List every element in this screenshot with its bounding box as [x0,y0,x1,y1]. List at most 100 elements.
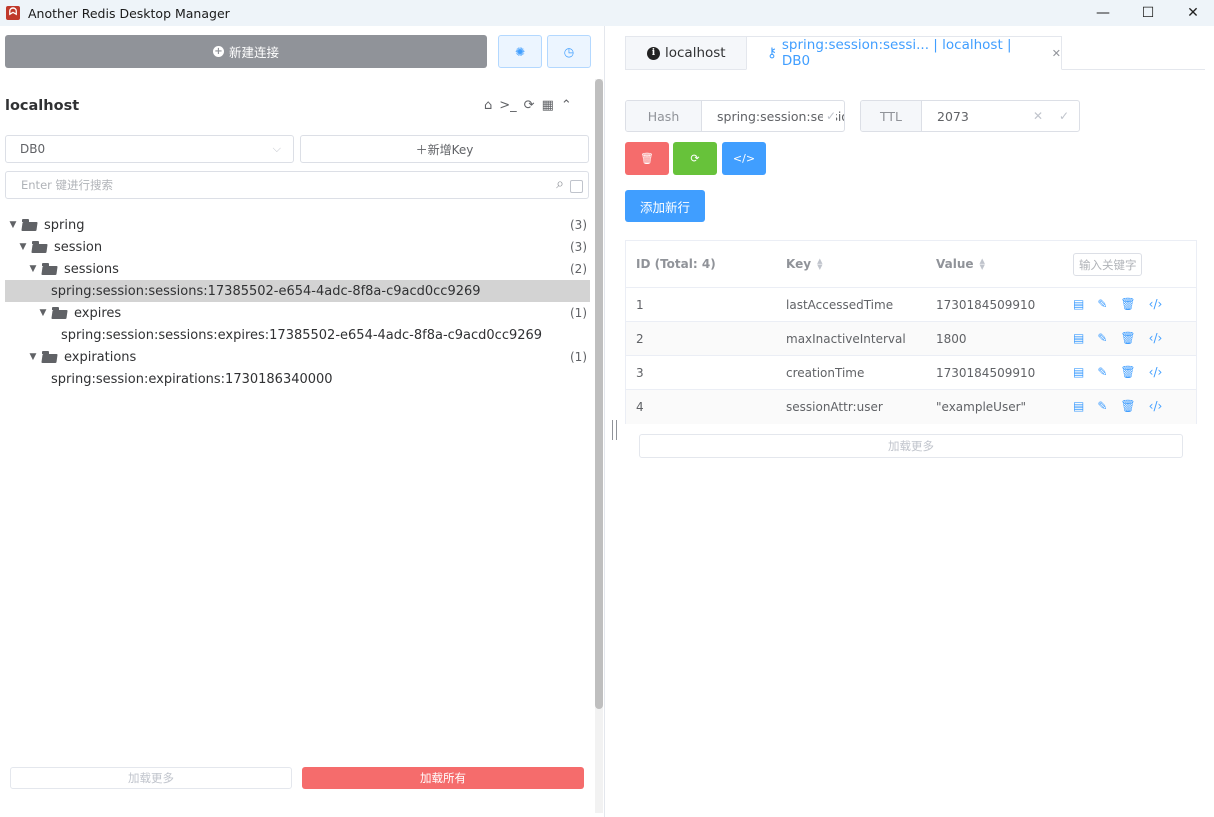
trash-icon[interactable]: 🗑 [1120,365,1135,379]
trash-icon[interactable]: 🗑 [1120,399,1135,413]
filter-placeholder: 输入关键字 [1079,257,1137,272]
document-icon[interactable]: ▤ [1073,297,1084,311]
tree-key[interactable]: spring:session:sessions:17385502-e654-4a… [5,280,590,302]
search-icon[interactable]: ⌕ [556,176,564,192]
delete-key-button[interactable]: 🗑 [625,142,669,175]
refresh-icon[interactable]: ⟳ [524,98,535,113]
key-icon: ⚷ [767,45,777,61]
gear-icon: ✺ [514,44,526,59]
close-window-button[interactable]: ✕ [1170,0,1214,26]
cell-key: lastAccessedTime [786,298,894,312]
add-key-label: 新增Key [427,142,474,157]
tree-folder[interactable]: ▼ session (3) [5,236,590,258]
exact-search-checkbox[interactable] [570,180,583,193]
sort-icon[interactable]: ▲ ▼ [817,258,822,271]
header-id: ID (Total: 4) [636,257,716,271]
settings-button[interactable]: ✺ [498,35,542,68]
grid-icon[interactable]: ▦ [542,98,554,113]
dump-command-button[interactable]: </> [722,142,766,175]
table-row[interactable]: 2 maxInactiveInterval 1800 ▤ ✎ 🗑 ‹/› [626,322,1196,356]
code-icon[interactable]: ‹/› [1149,365,1163,379]
trash-icon[interactable]: 🗑 [1120,331,1135,345]
clear-icon[interactable]: ✕ [1033,109,1043,123]
cell-value: "exampleUser" [936,400,1027,414]
chevron-up-icon[interactable]: ⌃ [561,98,572,113]
tab-key-detail[interactable]: ⚷ spring:session:sessi... | localhost | … [746,36,1062,70]
chevron-down-icon[interactable]: ▼ [37,308,49,318]
table-filter-input[interactable]: 输入关键字 [1073,253,1142,276]
table-row[interactable]: 3 creationTime 1730184509910 ▤ ✎ 🗑 ‹/› [626,356,1196,390]
key-name-group: Hash spring:session:sessions:17385502-e6… [625,100,845,132]
document-icon[interactable]: ▤ [1073,365,1084,379]
tab-localhost[interactable]: i localhost [625,36,747,70]
table-load-more-button[interactable]: 加载更多 [639,434,1183,458]
tab-label: localhost [665,45,726,61]
sidebar-scrollbar[interactable] [595,79,603,709]
trash-icon[interactable]: 🗑 [1120,297,1135,311]
close-tab-icon[interactable]: ✕ [1052,47,1061,60]
tree-label: spring:session:expirations:1730186340000 [51,371,333,387]
code-icon[interactable]: ‹/› [1149,399,1163,413]
load-all-button[interactable]: 加载所有 [302,767,584,789]
edit-icon[interactable]: ✎ [1097,331,1107,345]
key-type-label: Hash [626,101,702,131]
check-icon[interactable]: ✓ [1059,109,1069,123]
terminal-icon[interactable]: >_ [499,98,516,113]
tree-folder[interactable]: ▼ sessions (2) [5,258,590,280]
load-more-button[interactable]: 加载更多 [10,767,292,789]
tree-key[interactable]: spring:session:expirations:1730186340000 [5,368,590,390]
table-row[interactable]: 1 lastAccessedTime 1730184509910 ▤ ✎ 🗑 ‹/› [626,288,1196,322]
edit-icon[interactable]: ✎ [1097,365,1107,379]
new-connection-button[interactable]: + 新建连接 [5,35,487,68]
add-key-button[interactable]: ＋ 新增Key [300,135,589,163]
edit-icon[interactable]: ✎ [1097,399,1107,413]
history-button[interactable]: ◷ [547,35,591,68]
cell-value: 1800 [936,332,967,346]
key-search-input[interactable]: Enter 键进行搜索 ⌕ [5,171,589,199]
hash-table: ID (Total: 4) Key ▲ ▼ Value ▲ ▼ 输入关键字 1 las… [625,240,1197,424]
chevron-down-icon: ⌵ [272,142,281,155]
chevron-down-icon[interactable]: ▼ [7,220,19,230]
header-key[interactable]: Key ▲ ▼ [786,257,822,271]
plus-circle-icon: + [212,46,224,57]
ttl-value: 2073 [937,108,969,124]
tree-folder[interactable]: ▼ spring (3) [5,214,590,236]
maximize-button[interactable]: ☐ [1125,0,1171,26]
check-icon[interactable]: ✓ [822,109,836,123]
tree-folder[interactable]: ▼ expires (1) [5,302,590,324]
tree-key[interactable]: spring:session:sessions:expires:17385502… [5,324,590,346]
document-icon[interactable]: ▤ [1073,331,1084,345]
pane-resize-handle[interactable] [612,420,617,440]
edit-icon[interactable]: ✎ [1097,297,1107,311]
folder-open-icon [32,241,48,253]
chevron-down-icon[interactable]: ▼ [27,264,39,274]
folder-open-icon [22,219,38,231]
plus-icon: ＋ [415,142,428,157]
cell-id: 1 [636,298,644,312]
document-icon[interactable]: ▤ [1073,399,1084,413]
header-value[interactable]: Value ▲ ▼ [936,257,985,271]
add-row-button[interactable]: 添加新行 [625,190,705,222]
tree-count: (3) [570,218,587,232]
tab-label: spring:session:sessi... | localhost | DB… [781,37,1012,69]
header-id-label: ID (Total: 4) [636,257,716,271]
tree-label: expires [74,305,122,321]
db-select[interactable]: DB0 ⌵ [5,135,294,163]
chevron-down-icon[interactable]: ▼ [17,242,29,252]
sort-icon[interactable]: ▲ ▼ [980,258,985,271]
table-row[interactable]: 4 sessionAttr:user "exampleUser" ▤ ✎ 🗑 ‹/› [626,390,1196,424]
cell-key: maxInactiveInterval [786,332,906,346]
chevron-down-icon[interactable]: ▼ [27,352,39,362]
key-name-input[interactable]: spring:session:sessions:17385502-e654-4a… [702,101,844,131]
tree-folder[interactable]: ▼ expirations (1) [5,346,590,368]
code-icon[interactable]: ‹/› [1149,297,1163,311]
clock-icon: ◷ [563,44,575,59]
code-icon[interactable]: ‹/› [1149,331,1163,345]
app-logo-icon: ᗣ [6,6,20,20]
minimize-button[interactable]: — [1080,0,1126,26]
ttl-input[interactable]: 2073 ✕ ✓ [922,101,1079,131]
tree-label: expirations [64,349,137,365]
refresh-key-button[interactable]: ⟳ [673,142,717,175]
home-icon[interactable]: ⌂ [484,98,492,113]
tab-bar: i localhost ⚷ spring:session:sessi... | … [625,36,1205,70]
